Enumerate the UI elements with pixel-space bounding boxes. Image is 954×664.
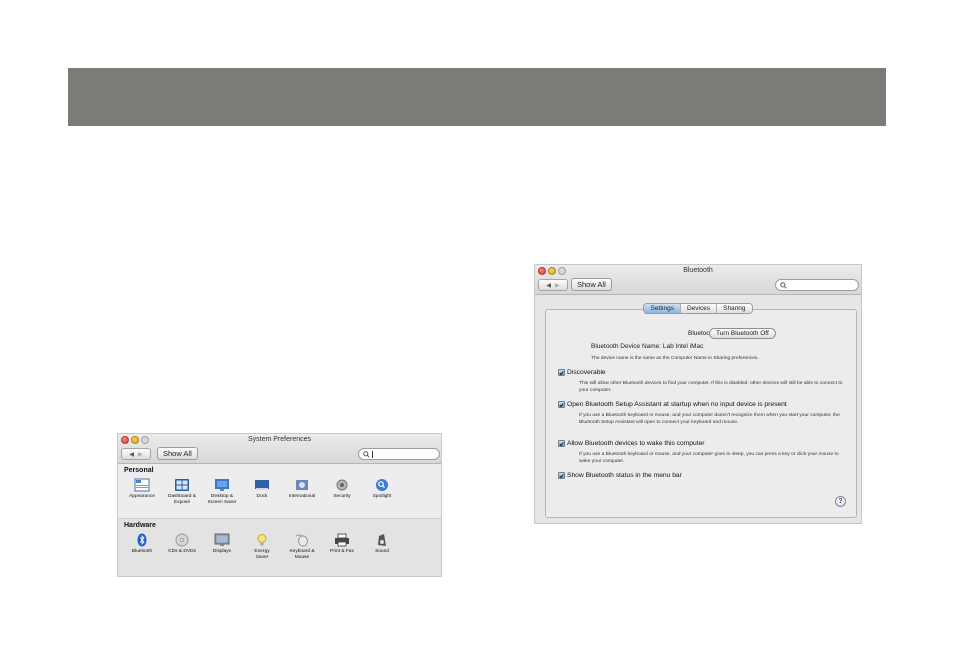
discoverable-checkbox[interactable]: Discoverable	[558, 369, 606, 376]
displays-icon	[214, 533, 230, 547]
pane-label: Dock	[256, 494, 268, 499]
personal-pane-row: Appearance Dashboard & Exposé Desktop & …	[118, 474, 441, 506]
pane-spotlight[interactable]: Spotlight	[362, 476, 402, 506]
pane-bluetooth[interactable]: Bluetooth	[122, 531, 162, 561]
pane-label: Energy Saver	[254, 549, 270, 560]
tab-devices[interactable]: Devices	[679, 304, 717, 313]
pane-label: Keyboard & Mouse	[289, 549, 315, 560]
checkbox-box[interactable]	[558, 401, 565, 408]
titlebar: Bluetooth ◀ ▶ Show All	[535, 265, 861, 295]
tab-settings[interactable]: Settings	[644, 304, 680, 313]
pane-security[interactable]: Security	[322, 476, 362, 506]
system-preferences-window: System Preferences ◀ ▶ Show All Personal …	[117, 433, 442, 577]
allow-wake-checkbox[interactable]: Allow Bluetooth devices to wake this com…	[558, 440, 705, 447]
device-name: Bluetooth Device Name: Lab Intel iMac	[591, 343, 703, 350]
bluetooth-preferences-window: Bluetooth ◀▶ Show All Bluetooth Power: O…	[534, 264, 862, 524]
show-all-button[interactable]: Show All	[571, 278, 612, 291]
titlebar: System Preferences ◀ ▶ Show All	[118, 434, 441, 464]
keyboard-mouse-icon	[294, 533, 310, 547]
search-icon	[780, 281, 787, 289]
pane-label: Bluetooth	[131, 549, 153, 554]
checkbox-box[interactable]	[558, 369, 565, 376]
dashboard-expose-icon	[174, 478, 190, 492]
desktop-screensaver-icon	[214, 478, 230, 492]
window-title: System Preferences	[247, 436, 312, 443]
pane-international[interactable]: International	[282, 476, 322, 506]
search-field[interactable]	[775, 279, 859, 291]
checkbox-label: Open Bluetooth Setup Assistant at startu…	[567, 401, 787, 408]
tab-sharing[interactable]: Sharing	[716, 304, 752, 313]
text-cursor	[372, 450, 373, 458]
checkbox-label: Show Bluetooth status in the menu bar	[567, 472, 682, 479]
turn-bluetooth-off-button[interactable]: Turn Bluetooth Off	[709, 328, 776, 339]
hardware-section: Hardware Bluetooth CDs & DVDs Displays E…	[118, 519, 441, 576]
device-name-label: Bluetooth Device Name:	[591, 343, 662, 350]
pane-appearance[interactable]: Appearance	[122, 476, 162, 506]
back-forward-buttons[interactable]: ◀ ▶	[538, 279, 568, 291]
discoverable-note: This will allow other Bluetooth devices …	[579, 381, 843, 394]
pane-label: CDs & DVDs	[168, 549, 196, 554]
pane-label: Appearance	[129, 494, 155, 499]
pane-displays[interactable]: Displays	[202, 531, 242, 561]
checkbox-box[interactable]	[558, 472, 565, 479]
help-button[interactable]: ?	[835, 496, 846, 507]
personal-section: Personal Appearance Dashboard & Exposé D…	[118, 464, 441, 519]
forward-arrow-icon[interactable]: ▶	[138, 451, 143, 458]
show-status-menu-checkbox[interactable]: Show Bluetooth status in the menu bar	[558, 472, 682, 479]
section-label-personal: Personal	[124, 467, 154, 474]
settings-panel: Bluetooth Power: On Turn Bluetooth Off B…	[545, 309, 857, 518]
device-name-value: Lab Intel iMac	[662, 343, 704, 350]
sound-icon	[374, 533, 390, 547]
checkmark-icon	[559, 402, 564, 407]
checkbox-label: Allow Bluetooth devices to wake this com…	[567, 440, 705, 447]
pane-label: Desktop & Screen Saver	[207, 494, 237, 505]
checkbox-label: Discoverable	[567, 369, 606, 376]
pane-label: Spotlight	[372, 494, 392, 499]
pane-dashboard-expose[interactable]: Dashboard & Exposé	[162, 476, 202, 506]
cds-dvds-icon	[174, 533, 190, 547]
setup-assistant-checkbox[interactable]: Open Bluetooth Setup Assistant at startu…	[558, 401, 787, 408]
setup-assistant-note: If you use a Bluetooth keyboard or mouse…	[579, 413, 840, 426]
segmented-tabs: Settings Devices Sharing	[643, 303, 753, 314]
tab-bar: Settings Devices Sharing	[535, 303, 861, 314]
pane-label: Dashboard & Exposé	[168, 494, 196, 505]
checkmark-icon	[559, 370, 564, 375]
security-icon	[334, 478, 350, 492]
appearance-icon	[134, 478, 150, 492]
search-field[interactable]	[358, 448, 440, 460]
section-label-hardware: Hardware	[124, 522, 156, 529]
header-band	[68, 68, 886, 126]
back-arrow-icon[interactable]: ◀	[129, 451, 134, 458]
show-all-button[interactable]: Show All	[157, 447, 198, 460]
checkmark-icon	[559, 473, 564, 478]
pane-cds-dvds[interactable]: CDs & DVDs	[162, 531, 202, 561]
international-icon	[294, 478, 310, 492]
dock-icon	[254, 478, 270, 492]
allow-wake-note: If you use a Bluetooth keyboard or mouse…	[579, 452, 839, 465]
back-forward-buttons[interactable]: ◀ ▶	[121, 448, 151, 460]
back-arrow-icon[interactable]: ◀	[546, 282, 551, 289]
pane-label: Print & Fax	[330, 549, 354, 554]
forward-arrow-icon[interactable]: ▶	[555, 282, 560, 289]
window-title: Bluetooth	[683, 267, 713, 274]
pane-label: Security	[333, 494, 351, 499]
pane-sound[interactable]: Sound	[362, 531, 402, 561]
pane-print-fax[interactable]: Print & Fax	[322, 531, 362, 561]
pane-label: Displays	[212, 549, 232, 554]
energy-saver-icon	[254, 533, 270, 547]
checkbox-box[interactable]	[558, 440, 565, 447]
spotlight-icon	[374, 478, 390, 492]
bluetooth-icon	[134, 533, 150, 547]
pane-energy-saver[interactable]: Energy Saver	[242, 531, 282, 561]
print-fax-icon	[334, 533, 350, 547]
pane-label: Sound	[375, 549, 389, 554]
device-name-note: The device name is the same as the Compu…	[591, 356, 759, 361]
pane-dock[interactable]: Dock	[242, 476, 282, 506]
pane-desktop-screen-saver[interactable]: Desktop & Screen Saver	[202, 476, 242, 506]
pane-label: International	[288, 494, 316, 499]
hardware-pane-row: Bluetooth CDs & DVDs Displays Energy Sav…	[118, 529, 441, 561]
checkmark-icon	[559, 441, 564, 446]
pane-keyboard-mouse[interactable]: Keyboard & Mouse	[282, 531, 322, 561]
search-icon	[363, 450, 370, 458]
